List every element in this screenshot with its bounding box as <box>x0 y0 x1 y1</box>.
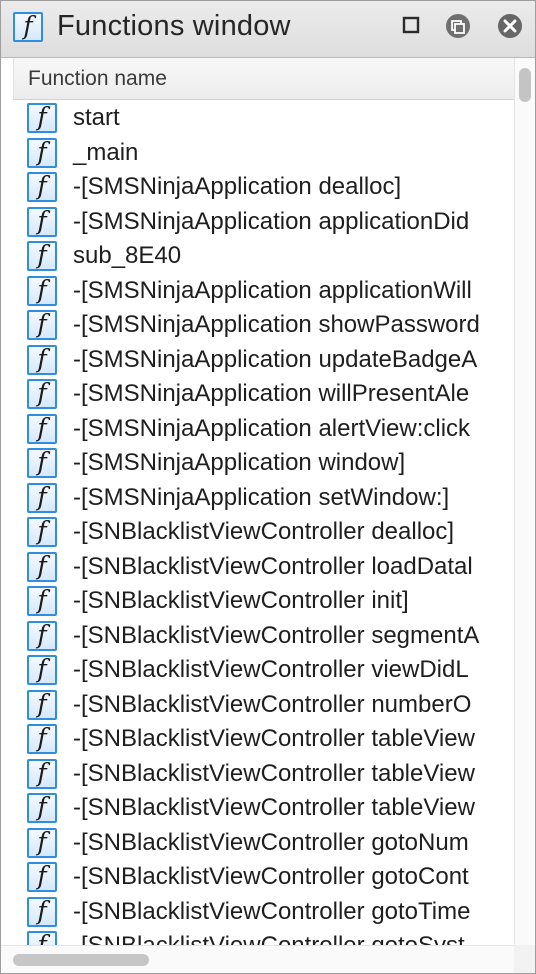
function-row[interactable]: -[SMSNinjaApplication setWindow:] <box>13 481 514 516</box>
function-icon <box>27 689 57 720</box>
function-name: -[SMSNinjaApplication updateBadgeA <box>73 345 478 373</box>
function-row[interactable]: -[SNBlacklistViewController tableView <box>13 791 514 826</box>
function-icon <box>27 378 57 410</box>
function-row[interactable]: -[SNBlacklistViewController init] <box>13 584 514 619</box>
function-row[interactable]: -[SMSNinjaApplication applicationDid <box>13 205 514 240</box>
function-list-area: Function name start _main -[SMSNinjaApplic… <box>1 58 535 973</box>
function-row[interactable]: -[SNBlacklistViewController gotoNum <box>13 826 514 861</box>
function-name: -[SNBlacklistViewController viewDidL <box>73 656 469 684</box>
function-row[interactable]: -[SMSNinjaApplication window] <box>13 446 514 481</box>
scrollbar-corner <box>514 945 535 973</box>
function-name: sub_8E40 <box>73 242 182 270</box>
function-row[interactable]: -[SMSNinjaApplication applicationWill <box>13 274 514 309</box>
function-name: -[SNBlacklistViewController init] <box>73 587 409 615</box>
function-list[interactable]: start _main -[SMSNinjaApplication dealloc]… <box>13 101 514 945</box>
function-name: -[SNBlacklistViewController tableView <box>73 759 475 787</box>
close-circle-icon <box>498 14 522 38</box>
functions-window: Functions window Function name start _mai… <box>0 0 536 974</box>
function-name: -[SMSNinjaApplication setWindow:] <box>73 483 450 511</box>
function-icon <box>13 11 43 42</box>
function-name: -[SNBlacklistViewController gotoNum <box>73 828 469 856</box>
function-icon <box>27 240 57 272</box>
function-icon <box>27 792 57 824</box>
horizontal-scrollbar-thumb[interactable] <box>13 954 149 966</box>
function-icon <box>27 861 57 893</box>
function-row[interactable]: -[SNBlacklistViewController gotoTime <box>13 895 514 930</box>
function-name: start <box>73 104 120 132</box>
function-name: -[SMSNinjaApplication dealloc] <box>73 173 402 201</box>
function-row[interactable]: sub_8E40 <box>13 239 514 274</box>
function-name: -[SMSNinjaApplication alertView:click <box>73 414 471 442</box>
float-window-button[interactable] <box>441 9 475 43</box>
function-name: _main <box>73 138 139 166</box>
function-row[interactable]: -[SNBlacklistViewController segmentA <box>13 619 514 654</box>
function-name: -[SNBlacklistViewController numberO <box>73 690 472 718</box>
function-row[interactable]: -[SMSNinjaApplication updateBadgeA <box>13 343 514 378</box>
function-name: -[SMSNinjaApplication willPresentAle <box>73 380 470 408</box>
vertical-scrollbar[interactable] <box>514 58 535 945</box>
float-window-icon <box>446 14 470 38</box>
function-name: -[SMSNinjaApplication showPassword <box>73 311 480 339</box>
window-title: Functions window <box>57 10 291 42</box>
function-name: -[SNBlacklistViewController loadDatal <box>73 552 473 580</box>
function-row[interactable]: -[SNBlacklistViewController gotoSyst <box>13 929 514 945</box>
function-icon <box>27 275 57 306</box>
function-icon <box>27 344 57 375</box>
function-name: -[SNBlacklistViewController gotoTime <box>73 897 471 925</box>
column-header-label: Function name <box>28 67 167 90</box>
function-name: -[SMSNinjaApplication applicationWill <box>73 276 472 304</box>
function-row[interactable]: -[SNBlacklistViewController tableView <box>13 722 514 757</box>
function-icon <box>27 654 57 686</box>
function-icon <box>27 930 57 945</box>
function-row[interactable]: -[SNBlacklistViewController gotoCont <box>13 860 514 895</box>
function-icon <box>27 102 57 134</box>
function-icon <box>27 413 57 444</box>
function-icon <box>27 447 57 479</box>
function-row[interactable]: -[SMSNinjaApplication willPresentAle <box>13 377 514 412</box>
function-icon <box>27 585 57 617</box>
function-row[interactable]: -[SNBlacklistViewController dealloc] <box>13 515 514 550</box>
function-icon <box>27 206 57 237</box>
function-name: -[SNBlacklistViewController dealloc] <box>73 518 455 546</box>
function-icon <box>27 551 57 582</box>
function-row[interactable]: -[SNBlacklistViewController loadDatal <box>13 550 514 585</box>
function-icon <box>27 516 57 548</box>
function-row[interactable]: start <box>13 101 514 136</box>
title-bar[interactable]: Functions window <box>1 1 535 58</box>
function-row[interactable]: -[SMSNinjaApplication alertView:click <box>13 412 514 447</box>
function-icon <box>27 758 57 789</box>
function-name: -[SNBlacklistViewController segmentA <box>73 621 480 649</box>
function-name: -[SNBlacklistViewController tableView <box>73 794 475 822</box>
function-name: -[SNBlacklistViewController gotoCont <box>73 863 469 891</box>
horizontal-scrollbar[interactable] <box>1 945 535 973</box>
function-row[interactable]: -[SMSNinjaApplication showPassword <box>13 308 514 343</box>
column-header-function-name[interactable]: Function name <box>13 58 514 100</box>
close-button[interactable] <box>493 9 527 43</box>
function-icon <box>27 896 57 927</box>
function-icon <box>27 137 57 168</box>
function-name: -[SMSNinjaApplication window] <box>73 449 406 477</box>
function-name: -[SNBlacklistViewController tableView <box>73 725 475 753</box>
function-icon <box>27 723 57 755</box>
function-icon <box>27 482 57 513</box>
function-row[interactable]: -[SNBlacklistViewController tableView <box>13 757 514 792</box>
function-icon <box>27 309 57 341</box>
function-name: -[SNBlacklistViewController gotoSyst <box>73 932 465 945</box>
function-row[interactable]: -[SMSNinjaApplication dealloc] <box>13 170 514 205</box>
maximize-button[interactable] <box>395 9 429 43</box>
square-outline-icon <box>402 16 420 34</box>
function-icon <box>27 620 57 651</box>
vertical-scrollbar-thumb[interactable] <box>519 68 531 102</box>
function-row[interactable]: _main <box>13 136 514 171</box>
function-icon <box>27 171 57 203</box>
function-row[interactable]: -[SNBlacklistViewController viewDidL <box>13 653 514 688</box>
function-name: -[SMSNinjaApplication applicationDid <box>73 207 470 235</box>
function-row[interactable]: -[SNBlacklistViewController numberO <box>13 688 514 723</box>
function-icon <box>27 827 57 858</box>
